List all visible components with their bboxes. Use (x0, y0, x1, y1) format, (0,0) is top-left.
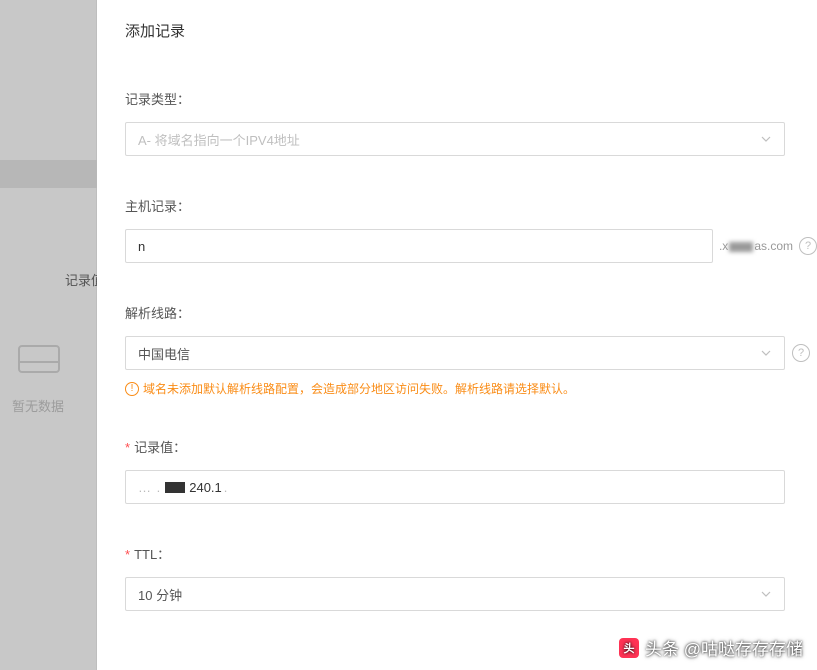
record-type-select[interactable]: A- 将域名指向一个IPV4地址 (125, 122, 785, 156)
record-value-value: … . 240.1 . (138, 480, 228, 495)
field-ttl: *TTL： 10 分钟 (125, 544, 817, 611)
host-record-label: 主机记录： (125, 196, 817, 215)
host-record-input[interactable]: n (125, 229, 713, 263)
add-record-modal: 添加记录 记录类型： A- 将域名指向一个IPV4地址 主机记录： n .xas… (97, 0, 817, 670)
warning-icon: ! (125, 382, 139, 396)
ttl-value: 10 分钟 (138, 585, 182, 604)
help-icon[interactable]: ? (799, 237, 817, 255)
record-type-label: 记录类型： (125, 89, 817, 108)
field-record-type: 记录类型： A- 将域名指向一个IPV4地址 (125, 89, 817, 156)
required-asterisk: * (125, 440, 130, 455)
required-asterisk: * (125, 547, 130, 562)
modal-backdrop[interactable] (0, 0, 97, 670)
record-value-input[interactable]: … . 240.1 . (125, 470, 785, 504)
host-record-value: n (138, 239, 145, 254)
resolve-line-value: 中国电信 (138, 344, 190, 363)
resolve-line-warning: ! 域名未添加默认解析线路配置，会造成部分地区访问失败。解析线路请选择默认。 (125, 380, 817, 397)
ttl-select[interactable]: 10 分钟 (125, 577, 785, 611)
record-value-label: *记录值： (125, 437, 817, 456)
resolve-line-select[interactable]: 中国电信 (125, 336, 785, 370)
watermark-logo-icon: 头 (619, 638, 639, 658)
watermark: 头 头条 @咕哒存存存储 (619, 635, 803, 660)
modal-title: 添加记录 (125, 20, 817, 41)
field-record-value: *记录值： … . 240.1 . (125, 437, 817, 504)
chevron-down-icon (760, 133, 772, 145)
resolve-line-label: 解析线路： (125, 303, 817, 322)
host-record-suffix: .xas.com (719, 239, 793, 253)
ttl-label: *TTL： (125, 544, 817, 563)
chevron-down-icon (760, 588, 772, 600)
chevron-down-icon (760, 347, 772, 359)
field-host-record: 主机记录： n .xas.com ? (125, 196, 817, 263)
field-resolve-line: 解析线路： 中国电信 ? ! 域名未添加默认解析线路配置，会造成部分地区访问失败… (125, 303, 817, 397)
record-type-value: A- 将域名指向一个IPV4地址 (138, 130, 300, 149)
help-icon[interactable]: ? (792, 344, 810, 362)
